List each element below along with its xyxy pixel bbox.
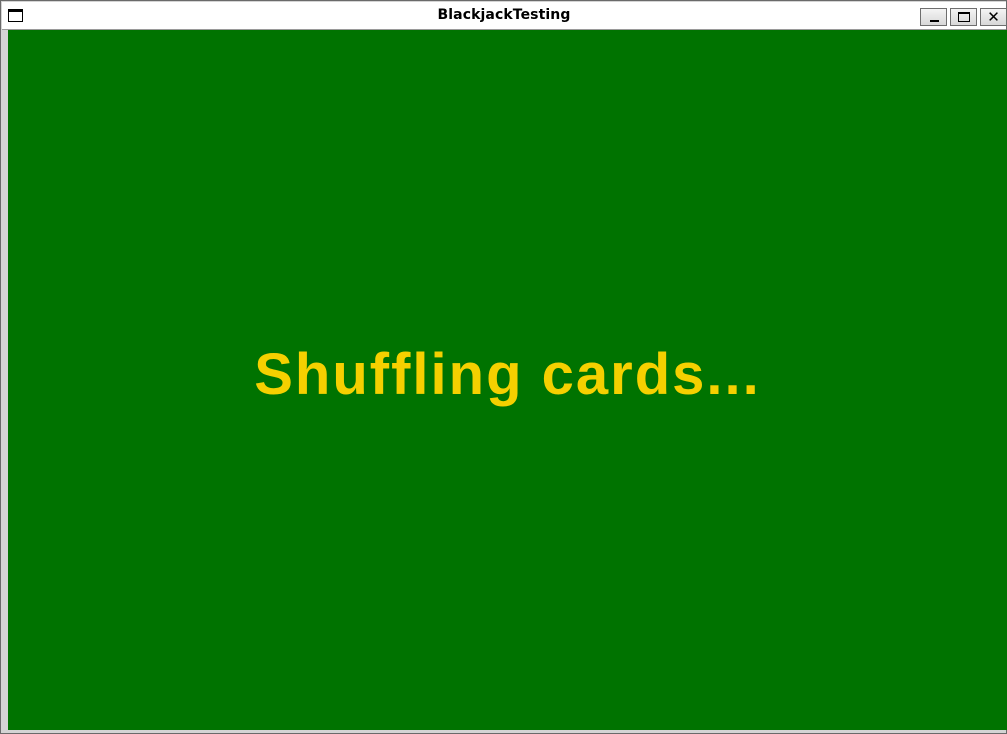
window-title: BlackjackTesting [437, 7, 571, 23]
title-bar[interactable]: BlackjackTesting ✕ [2, 2, 1007, 30]
close-button[interactable]: ✕ [980, 8, 1007, 26]
game-table: Shuffling cards... [8, 30, 1007, 730]
close-icon: ✕ [987, 8, 1000, 26]
maximize-button[interactable] [950, 8, 977, 26]
minimize-button[interactable] [920, 8, 947, 26]
app-window: BlackjackTesting ✕ Shuffling cards... [0, 0, 1007, 734]
maximize-icon [958, 12, 970, 22]
shuffling-status-message: Shuffling cards... [254, 342, 761, 407]
minimize-icon [930, 20, 939, 22]
